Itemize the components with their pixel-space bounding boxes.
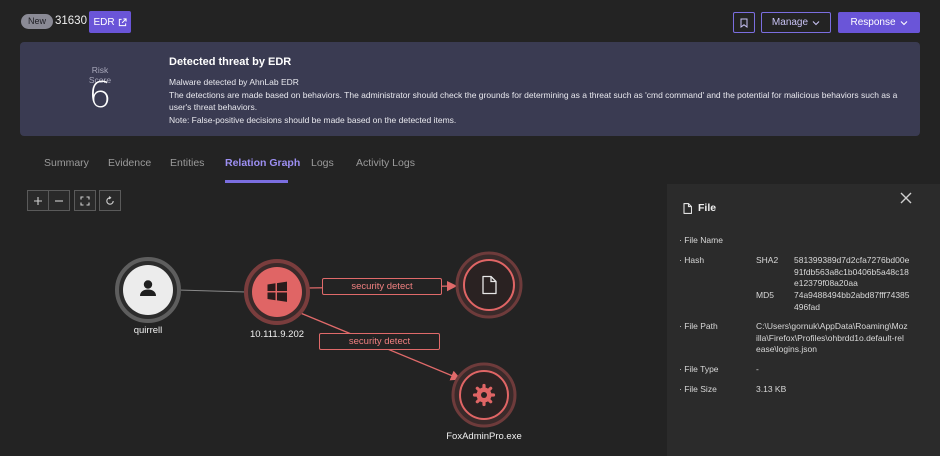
prop-hash-label: · Hash: [679, 255, 705, 265]
new-badge: New: [21, 14, 54, 29]
threat-line-2: The detections are made based on behavio…: [169, 89, 898, 113]
response-button[interactable]: Response: [838, 12, 920, 33]
node-host[interactable]: [244, 259, 310, 325]
tab-summary[interactable]: Summary: [44, 157, 89, 183]
threat-summary-card: Risk Score 6 Detected threat by EDR Malw…: [20, 42, 920, 136]
close-icon[interactable]: [899, 191, 913, 205]
tab-entities[interactable]: Entities: [170, 157, 204, 183]
node-host-label: 10.111.9.202: [249, 329, 305, 340]
node-file[interactable]: [455, 251, 523, 319]
manage-button[interactable]: Manage: [761, 12, 831, 33]
node-process[interactable]: [451, 362, 517, 428]
chevron-down-icon: [812, 20, 820, 25]
sha2-value: 581399389d7d2cfa7276bd00e91fdb563a8c1b04…: [794, 255, 910, 288]
detail-panel: [667, 184, 940, 456]
active-tab-indicator: [225, 180, 288, 183]
edr-button-label: EDR: [93, 16, 115, 28]
chevron-down-icon: [900, 20, 907, 25]
threat-line-3: Note: False-positive decisions should be…: [169, 114, 457, 125]
tab-evidence[interactable]: Evidence: [108, 157, 151, 183]
prop-file-size-label: · File Size: [679, 384, 717, 394]
prop-file-type-label: · File Type: [679, 364, 719, 374]
file-size-value: 3.13 KB: [756, 384, 787, 394]
node-process-label: FoxAdminPro.exe: [446, 431, 522, 442]
sha2-label: SHA2: [756, 255, 779, 265]
response-button-label: Response: [850, 17, 896, 28]
threat-description: Malware detected by AhnLab EDR The detec…: [169, 76, 899, 126]
manage-button-label: Manage: [771, 17, 809, 28]
edr-button[interactable]: EDR: [89, 11, 131, 33]
external-link-icon: [118, 17, 127, 26]
risk-score-value: 6: [88, 75, 112, 116]
bookmark-icon: [740, 18, 748, 28]
md5-value: 74a9488494bb2abd87fff74385496fad: [794, 290, 910, 312]
node-user-label: quirrell: [133, 325, 163, 336]
prop-file-path-label: · File Path: [679, 321, 718, 331]
threat-line-1: Malware detected by AhnLab EDR: [169, 77, 299, 87]
bookmark-button[interactable]: [733, 12, 755, 33]
panel-header: File: [683, 202, 716, 214]
tab-logs[interactable]: Logs: [311, 157, 334, 183]
tab-bar: Summary Evidence Entities Relation Graph…: [0, 150, 940, 184]
file-path-value: C:\Users\gornuk\AppData\Roaming\Mozilla\…: [756, 321, 908, 354]
panel-title: File: [698, 202, 717, 214]
tab-activity-logs[interactable]: Activity Logs: [356, 157, 415, 183]
prop-file-name-label: · File Name: [679, 235, 723, 245]
edge-user-host: [177, 289, 247, 293]
gear-icon: [472, 383, 496, 407]
edge-label-process: security detect: [319, 333, 440, 350]
relation-graph[interactable]: [0, 184, 667, 456]
file-icon: [683, 202, 692, 214]
ticket-id: 31630: [55, 15, 87, 27]
node-user[interactable]: [115, 257, 181, 323]
top-bar: New 31630 EDR Manage Response: [0, 0, 940, 42]
md5-label: MD5: [756, 290, 774, 300]
file-type-value: -: [756, 364, 759, 374]
threat-title: Detected threat by EDR: [169, 56, 292, 68]
edge-label-file: security detect: [322, 278, 442, 295]
